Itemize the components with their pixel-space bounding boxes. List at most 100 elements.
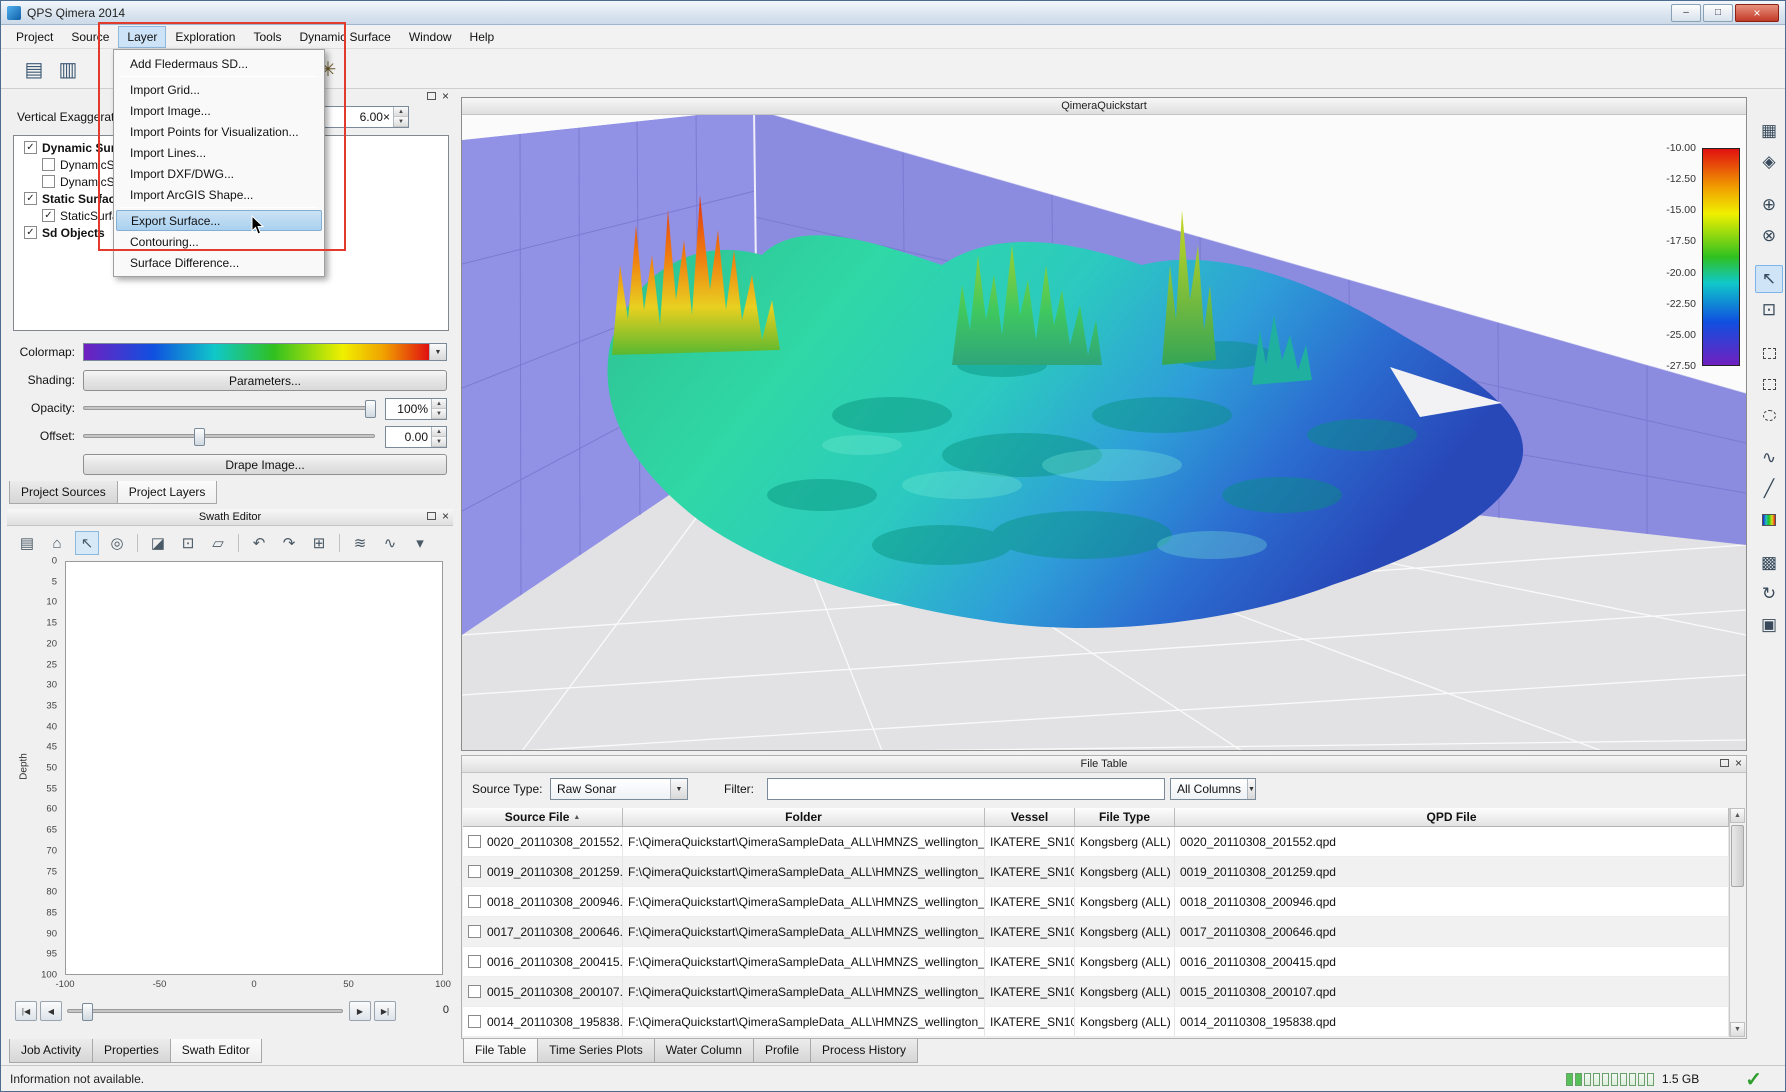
opacity-slider-handle[interactable] [365, 400, 376, 418]
colormap-dropdown[interactable]: ▼ [83, 343, 447, 361]
tab-project-sources[interactable]: Project Sources [9, 481, 118, 504]
menu-item-import-points-for-visualization[interactable]: Import Points for Visualization... [116, 121, 322, 142]
surface-layers-icon[interactable]: ◈ [1755, 148, 1783, 176]
offset-slider[interactable] [83, 434, 375, 438]
row-checkbox[interactable] [468, 865, 481, 878]
menu-window[interactable]: Window [400, 26, 461, 48]
scene-3d-view[interactable]: QimeraQuickstart [461, 97, 1747, 751]
row-checkbox[interactable] [468, 1015, 481, 1028]
menu-exploration[interactable]: Exploration [166, 26, 244, 48]
tab-process-history[interactable]: Process History [810, 1039, 918, 1063]
spin-up-icon[interactable]: ▲ [432, 399, 446, 409]
mesh-view-icon[interactable]: ▩ [1755, 549, 1783, 577]
add-raw-sonar-files-icon[interactable]: ▤ [19, 54, 49, 84]
offset-spinner[interactable]: 0.00 ▲▼ [385, 426, 447, 448]
row-checkbox[interactable] [468, 985, 481, 998]
tab-time-series-plots[interactable]: Time Series Plots [537, 1039, 655, 1063]
minimize-button[interactable]: – [1671, 4, 1701, 22]
select-lasso-icon[interactable] [1755, 401, 1783, 429]
skip-back-button[interactable]: |◀ [15, 1001, 37, 1021]
table-row[interactable]: 0019_20110308_201259.allF:\QimeraQuickst… [463, 857, 1729, 887]
column-header-source-file[interactable]: Source File▲ [463, 808, 623, 826]
beam-display-icon[interactable]: ≋ [348, 531, 372, 555]
opacity-spinner[interactable]: 100% ▲▼ [385, 398, 447, 420]
menu-item-import-arcgis-shape[interactable]: Import ArcGIS Shape... [116, 184, 322, 205]
table-row[interactable]: 0017_20110308_200646.allF:\QimeraQuickst… [463, 917, 1729, 947]
add-processed-files-icon[interactable]: ▥ [53, 54, 83, 84]
menu-source[interactable]: Source [62, 26, 118, 48]
home-view-icon[interactable]: ⌂ [45, 531, 69, 555]
more-options-icon[interactable]: ▾ [408, 531, 432, 555]
tab-water-column[interactable]: Water Column [654, 1039, 754, 1063]
shading-parameters-button[interactable]: Parameters... [83, 370, 447, 391]
view-grid-icon[interactable]: ▦ [1755, 117, 1783, 145]
pointer-icon[interactable]: ↖ [75, 531, 99, 555]
zoom-selection-icon[interactable]: ⊗ [1755, 222, 1783, 250]
layer-checkbox[interactable] [42, 175, 55, 188]
step-back-button[interactable]: ◀ [40, 1001, 62, 1021]
save-icon[interactable]: ▤ [15, 531, 39, 555]
playback-slider-handle[interactable] [82, 1003, 93, 1021]
row-checkbox[interactable] [468, 835, 481, 848]
menu-item-import-grid[interactable]: Import Grid... [116, 79, 322, 100]
select-polygon-icon[interactable]: ▱ [206, 531, 230, 555]
zoom-extents-icon[interactable]: ⊕ [1755, 191, 1783, 219]
select-rectangle-icon[interactable] [1755, 339, 1783, 367]
spin-down-icon[interactable]: ▼ [394, 117, 408, 127]
tab-swath-editor[interactable]: Swath Editor [170, 1039, 262, 1063]
scrollbar-thumb[interactable] [1731, 825, 1744, 887]
row-checkbox[interactable] [468, 955, 481, 968]
maximize-button[interactable]: □ [1703, 4, 1733, 22]
float-panel-icon[interactable] [427, 512, 436, 520]
opacity-slider[interactable] [83, 406, 375, 410]
tab-properties[interactable]: Properties [92, 1039, 171, 1063]
close-panel-icon[interactable]: × [442, 511, 449, 521]
menu-item-contouring[interactable]: Contouring... [116, 231, 322, 252]
menu-item-import-image[interactable]: Import Image... [116, 100, 322, 121]
menu-item-export-surface[interactable]: Export Surface... [116, 210, 322, 231]
redo-icon[interactable]: ↷ [277, 531, 301, 555]
column-header-qpd-file[interactable]: QPD File [1175, 808, 1729, 826]
menu-tools[interactable]: Tools [244, 26, 290, 48]
swath-angle-icon[interactable]: ∿ [378, 531, 402, 555]
swath-plot-area[interactable] [65, 561, 443, 975]
reject-soundings-icon[interactable]: ◪ [146, 531, 170, 555]
column-header-file-type[interactable]: File Type [1075, 808, 1175, 826]
orbit-view-icon[interactable]: ↻ [1755, 580, 1783, 608]
table-row[interactable]: 0014_20110308_195838.allF:\QimeraQuickst… [463, 1007, 1729, 1037]
float-pan el-icon[interactable] [1720, 759, 1729, 767]
tab-file-table[interactable]: File Table [463, 1039, 538, 1063]
chevron-down-icon[interactable]: ▼ [670, 779, 687, 799]
tab-job-activity[interactable]: Job Activity [9, 1039, 93, 1063]
chevron-down-icon[interactable]: ▼ [1247, 779, 1255, 799]
skip-forward-button[interactable]: ▶| [374, 1001, 396, 1021]
menu-item-add-fledermaus-sd[interactable]: Add Fledermaus SD... [116, 53, 322, 74]
row-checkbox[interactable] [468, 925, 481, 938]
menu-item-import-lines[interactable]: Import Lines... [116, 142, 322, 163]
spin-up-icon[interactable]: ▲ [394, 107, 408, 117]
menu-dynamic-surface[interactable]: Dynamic Surface [290, 26, 399, 48]
measure-tool-icon[interactable]: ╱ [1755, 475, 1783, 503]
column-header-vessel[interactable]: Vessel [985, 808, 1075, 826]
close-button[interactable]: × [1735, 4, 1779, 22]
layer-checkbox[interactable]: ✓ [42, 209, 55, 222]
row-checkbox[interactable] [468, 895, 481, 908]
zoom-window-icon[interactable]: ⊞ [307, 531, 331, 555]
profile-tool-icon[interactable]: ∿ [1755, 444, 1783, 472]
step-forward-button[interactable]: ▶ [349, 1001, 371, 1021]
menu-layer[interactable]: Layer [118, 26, 166, 48]
scroll-up-icon[interactable]: ▲ [1730, 808, 1745, 823]
colormap-tool-icon[interactable] [1755, 506, 1783, 534]
scroll-down-icon[interactable]: ▼ [1730, 1022, 1745, 1037]
box-3d-icon[interactable]: ▣ [1755, 611, 1783, 639]
table-row[interactable]: 0015_20110308_200107.allF:\QimeraQuickst… [463, 977, 1729, 1007]
menu-item-import-dxf-dwg[interactable]: Import DXF/DWG... [116, 163, 322, 184]
layer-checkbox[interactable]: ✓ [24, 141, 37, 154]
close-panel-icon[interactable]: × [1735, 758, 1742, 768]
chevron-down-icon[interactable]: ▼ [429, 344, 446, 360]
select-boundary-icon[interactable] [1755, 370, 1783, 398]
spin-down-icon[interactable]: ▼ [432, 437, 446, 447]
layer-checkbox[interactable]: ✓ [24, 192, 37, 205]
file-table-scrollbar[interactable]: ▲ ▼ [1729, 808, 1745, 1037]
close-panel-icon[interactable]: × [442, 91, 449, 101]
